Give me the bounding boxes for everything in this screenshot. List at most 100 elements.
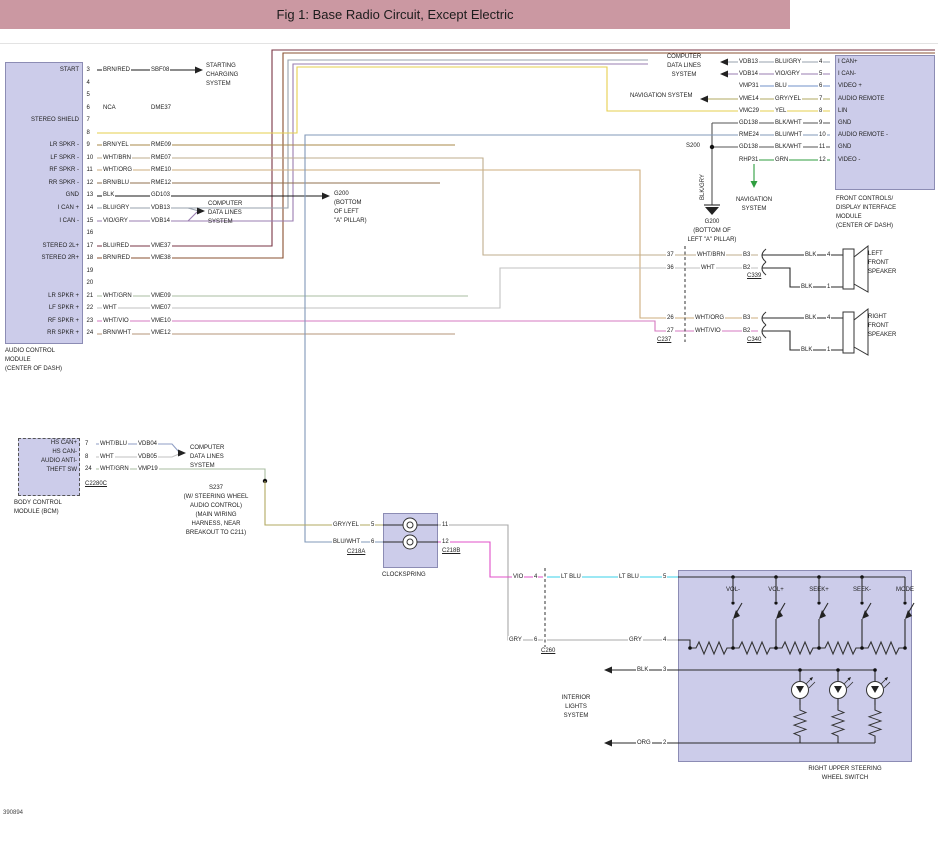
circuit-code-label: SBF08 [150, 66, 170, 74]
pin-number: 17 [86, 242, 95, 250]
wiring-diagram-canvas: Fig 1: Base Radio Circuit, Except Electr… [0, 0, 938, 852]
circuit-code-label: RME09 [150, 141, 172, 149]
pin-number: 1 [826, 283, 831, 291]
pin-number: 11 [441, 521, 449, 529]
button-label-vol-minus: VOL- [720, 586, 746, 594]
pin-row: START 3 BRN/RED SBF08 [5, 64, 205, 77]
wire-color-label: BLK/WHT [774, 143, 803, 151]
pin-row: GD138 BLK/WHT 9 GND [737, 117, 937, 129]
clockspring-name: CLOCKSPRING [382, 571, 426, 579]
bcm-pin-function-labels: HS CAN+ HS CAN- AUDIO ANTI- THEFT SW [19, 439, 77, 475]
pin-function-label: LR SPKR - [5, 141, 82, 149]
audio-control-module-pin-rows: START 3 BRN/RED SBF08 4 5 6 NCA DME37 ST… [5, 64, 205, 340]
wire-color-label: GRY/YEL [774, 95, 802, 103]
pin-number: 6 [818, 82, 823, 90]
right-front-speaker-name: RIGHT FRONT SPEAKER [868, 313, 896, 340]
pin-row: LR SPKR - 9 BRN/YEL RME09 [5, 139, 205, 152]
circuit-code-label: VDB14 [738, 70, 759, 78]
splice-label-s200: S200 [686, 142, 700, 150]
pin-function-label: STEREO 2L+ [5, 242, 82, 250]
pin-row: GD138 BLK/WHT 11 GND [737, 141, 937, 153]
connector-label: C218B [441, 547, 461, 555]
pin-function-label: STEREO SHIELD [5, 116, 82, 124]
circuit-code-label: VMP19 [137, 465, 159, 473]
wire-color-label: BRN/YEL [102, 141, 130, 149]
wire-color-label: NCA [102, 104, 117, 112]
pin-row: 16 [5, 227, 205, 240]
wire-color-label: VIO [512, 573, 524, 581]
pin-number: 9 [86, 141, 91, 149]
pin-number: 4 [662, 636, 667, 644]
terminal-label: B3 [742, 314, 751, 322]
pin-number: 3 [662, 666, 667, 674]
arrow-down-icon [751, 181, 758, 188]
wire-color-label: BLK [804, 251, 817, 259]
pin-row: RHP31 GRN 12 VIDEO - [737, 154, 937, 166]
pin-number: 4 [826, 251, 831, 259]
wire-color-label: BLK [804, 314, 817, 322]
circuit-code-label: RME07 [150, 154, 172, 162]
callout-s237: S237 (W/ STEERING WHEEL AUDIO CONTROL) (… [163, 484, 269, 538]
led-icon [867, 668, 891, 743]
circuit-code-label: VDB13 [150, 204, 171, 212]
callout-navigation-system: NAVIGATION SYSTEM [630, 92, 692, 100]
pin-row: VME14 GRY/YEL 7 AUDIO REMOTE [737, 93, 937, 105]
pin-function-label: RR SPKR + [5, 329, 82, 337]
pin-function-label: LR SPKR + [5, 292, 82, 300]
splice-dot [710, 145, 714, 149]
pin-number: 8 [84, 453, 89, 461]
pin-number: 7 [818, 95, 823, 103]
pin-number: 5 [370, 521, 375, 529]
figure-number: 390894 [3, 810, 23, 816]
callout-computer-data-lines-right: COMPUTER DATA LINES SYSTEM [650, 53, 718, 80]
audio-control-module-name: AUDIO CONTROL MODULE (CENTER OF DASH) [5, 347, 62, 374]
bcm-pin-rows: 7 WHT/BLU VDB04 8 WHT VDB05 24 WHT/GRN V… [84, 438, 204, 476]
pin-function-label: GND [5, 191, 82, 199]
switch-internals [678, 575, 914, 743]
pin-number: 5 [662, 573, 667, 581]
wire-color-label: WHT/ORG [102, 166, 133, 174]
wire-color-label: BLU/GRY [102, 204, 130, 212]
wire-color-label: WHT/BRN [102, 154, 132, 162]
wire-color-label: WHT [99, 453, 115, 461]
pin-row: 4 [5, 77, 205, 90]
callout-g200-left: G200 (BOTTOM OF LEFT "A" PILLAR) [334, 190, 367, 226]
connector-label: C339 [746, 272, 762, 280]
pin-number: 10 [86, 154, 95, 162]
wire-color-label: LT BLU [618, 573, 640, 581]
pin-function-label: AUDIO REMOTE - [838, 131, 888, 139]
terminal-label: B2 [742, 264, 751, 272]
front-controls-module-name: FRONT CONTROLS/ DISPLAY INTERFACE MODULE… [836, 195, 896, 231]
arrow-left-icon [720, 59, 728, 66]
callout-computer-data-lines-bcm: COMPUTER DATA LINES SYSTEM [190, 444, 224, 471]
circuit-code-label: GD138 [738, 119, 759, 127]
pin-function-label: LIN [838, 107, 847, 115]
circuit-code-label: DME37 [150, 104, 172, 112]
pin-function-label: START [5, 66, 82, 74]
button-label-seek-plus: SEEK+ [806, 586, 832, 594]
front-controls-module-pin-rows: VDB13 BLU/GRY 4 I CAN+ VDB14 VIO/GRY 5 I… [737, 56, 937, 166]
pin-function-label: I CAN- [838, 70, 856, 78]
pin-row: STEREO 2L+ 17 BLU/RED VME37 [5, 240, 205, 253]
pin-number: 6 [370, 538, 375, 546]
pin-function-label: I CAN+ [838, 58, 858, 66]
pin-number: 24 [84, 465, 93, 473]
pin-number: 11 [818, 143, 826, 151]
callout-interior-lights-system: INTERIOR LIGHTS SYSTEM [550, 694, 602, 721]
arrow-left-icon [700, 96, 708, 103]
pin-function-label: LF SPKR - [5, 154, 82, 162]
arrow-left-icon [604, 740, 612, 747]
wire-color-label: GRY [628, 636, 643, 644]
pin-row: LF SPKR + 22 WHT VME07 [5, 302, 205, 315]
callout-g200-right: G200 (BOTTOM OF LEFT "A" PILLAR) [680, 218, 744, 245]
pin-number: 5 [86, 91, 91, 99]
wire-color-label: BLK [800, 283, 813, 291]
wire-color-label: BLK [102, 191, 115, 199]
wire-color-label: BRN/RED [102, 66, 131, 74]
pin-number: 4 [533, 573, 538, 581]
pin-number: 10 [818, 131, 827, 139]
wire-color-label: BLU [774, 82, 788, 90]
callout-navigation-system-green: NAVIGATION SYSTEM [718, 196, 790, 214]
pin-number: 18 [86, 254, 95, 262]
circuit-code-label: GD138 [738, 143, 759, 151]
